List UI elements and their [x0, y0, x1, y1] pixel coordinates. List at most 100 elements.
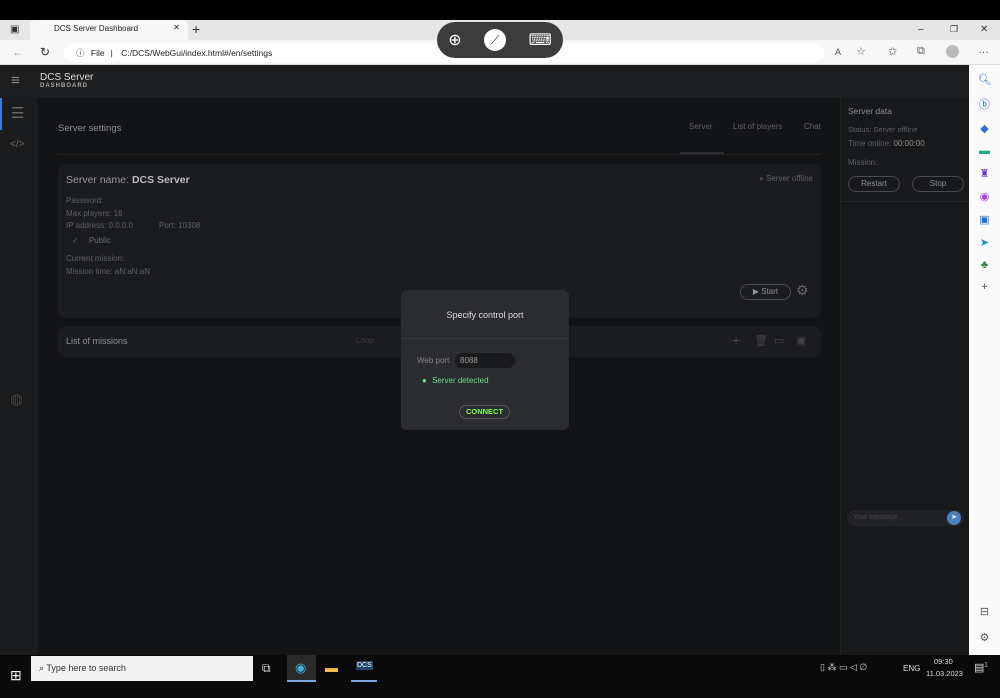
stop-button[interactable]: Stop	[912, 176, 964, 192]
menu-icon[interactable]: ≡	[11, 72, 20, 89]
restore-button[interactable]: ❐	[950, 24, 958, 35]
outlook-icon[interactable]: ▣	[979, 213, 989, 226]
tab-actions-icon[interactable]: ▣	[10, 24, 19, 35]
port: Port: 10308	[159, 221, 201, 230]
settings-gears-icon[interactable]: ⚙	[796, 282, 809, 299]
server-name-value: DCS Server	[131, 174, 190, 186]
time-online-value: 00:00:00	[893, 139, 925, 148]
app-title: DCS Server	[40, 72, 94, 83]
missions-title: List of missions	[66, 336, 128, 346]
collections-icon[interactable]: ⧉	[917, 45, 925, 58]
dialog-divider	[401, 338, 569, 339]
file-label: File	[90, 48, 105, 58]
server-data-panel: Server data Status: Server offline Time …	[840, 98, 970, 655]
app-header: ≡ DCS Server DASHBOARD	[0, 65, 969, 98]
web-port-label: Web port	[417, 356, 450, 365]
refresh-icon[interactable]: ↻	[40, 45, 50, 59]
file-explorer-icon[interactable]: ▬	[325, 660, 338, 675]
side-nav: ☰ </> ◍	[0, 98, 38, 655]
notifications-icon[interactable]: ▤1	[974, 661, 988, 674]
search-placeholder: Type here to search	[46, 663, 126, 673]
tab-server[interactable]: Server	[689, 122, 713, 131]
app-subtitle: DASHBOARD	[40, 83, 88, 89]
web-port-input[interactable]: 8088	[455, 353, 515, 368]
info-icon: ⓘ	[76, 48, 85, 58]
server-detected: ● Server detected	[422, 376, 489, 385]
server-detected-text: Server detected	[432, 376, 489, 385]
browser-tab[interactable]: DCS Server Dashboard ✕	[30, 20, 188, 40]
sidebar-toggle-icon[interactable]: ⊟	[980, 605, 989, 618]
panel-status: Status: Server offline	[848, 125, 918, 134]
office-icon[interactable]: ◉	[980, 190, 990, 203]
favorite-icon[interactable]: ☆	[856, 45, 866, 58]
mission-time: Mission time: aN:aN:aN	[66, 266, 151, 276]
database-icon[interactable]: ☰	[11, 104, 24, 122]
notification-count: 1	[984, 662, 988, 669]
control-port-dialog: Specify control port Web port 8088 ● Ser…	[401, 290, 569, 430]
start-icon[interactable]: ⊞	[10, 667, 22, 684]
add-icon[interactable]: +	[981, 281, 987, 293]
shopping-icon[interactable]: ◆	[980, 122, 988, 135]
bing-icon[interactable]: ⓑ	[979, 96, 990, 112]
active-tab-underline	[680, 152, 724, 154]
send-icon[interactable]: ➤	[947, 511, 961, 525]
delete-icon[interactable]: 🗑	[754, 334, 768, 347]
tree-icon[interactable]: ♣	[981, 259, 988, 271]
favorites-icon[interactable]: ✩	[888, 45, 897, 58]
tab-chat[interactable]: Chat	[804, 122, 821, 131]
clock-date[interactable]: 11.03.2023	[926, 669, 963, 678]
games-icon[interactable]: ♜	[980, 167, 990, 180]
start-button[interactable]: ▶ Start	[740, 284, 791, 300]
public-checkbox[interactable]: ✓	[72, 236, 79, 245]
more-icon[interactable]: …	[978, 44, 989, 56]
loop-label: Loop	[356, 336, 374, 345]
current-mission: Current mission:	[66, 254, 125, 263]
server-name-label: Server name:	[66, 174, 130, 186]
server-details: Password: Max players: 16 IP address: 0.…	[66, 195, 200, 278]
restart-button[interactable]: Restart	[848, 176, 900, 192]
language-indicator[interactable]: ENG	[903, 664, 920, 673]
add-mission-icon[interactable]: +	[732, 332, 740, 348]
windows-taskbar: ⊞ ⌕ Type here to search ⧉ ◉ ▬ DCS ▯ ⁂ ▭ …	[0, 655, 1000, 698]
server-status: ● Server offline	[758, 174, 813, 183]
send-icon-edge[interactable]: ➤	[980, 236, 989, 249]
new-tab-button[interactable]: +	[192, 21, 200, 37]
tabs-divider	[58, 154, 821, 155]
start-label: Start	[761, 287, 779, 296]
back-icon[interactable]: ←	[12, 45, 24, 59]
password-field: Password:	[66, 196, 104, 205]
close-tab-icon[interactable]: ✕	[173, 23, 180, 32]
code-icon[interactable]: </>	[10, 139, 24, 150]
edge-sidebar: 🔍︎ ⓑ ◆ ▬ ♜ ◉ ▣ ➤ ♣ + ⊟ ⚙	[969, 65, 1000, 655]
edge-taskbar-icon[interactable]: ◉	[287, 655, 316, 682]
settings-icon[interactable]: ⚙	[980, 631, 990, 644]
ip-address: IP address: 0.0.0.0	[66, 221, 134, 230]
tab-title: DCS Server Dashboard	[54, 24, 139, 33]
remote-connection-icon[interactable]: ⟋	[484, 29, 507, 51]
keyboard-icon[interactable]: ⌨	[529, 30, 552, 50]
profile-avatar[interactable]	[946, 45, 959, 58]
url-text: C:/DCS/WebGui/index.html#/en/settings	[121, 48, 273, 58]
clock-time[interactable]: 09:30	[934, 657, 953, 666]
read-aloud-icon[interactable]: A	[835, 47, 841, 57]
connect-button[interactable]: CONNECT	[459, 405, 510, 419]
server-name: Server name: DCS Server	[66, 174, 190, 186]
open-folder-icon[interactable]: ▭	[774, 334, 784, 347]
minimize-button[interactable]: –	[918, 24, 924, 35]
tools-icon[interactable]: ▬	[979, 145, 990, 157]
save-icon[interactable]: ▣	[796, 334, 806, 347]
search-icon[interactable]: 🔍︎	[978, 73, 992, 86]
active-indicator	[0, 98, 2, 130]
zoom-in-icon[interactable]: ⊕	[448, 30, 461, 50]
taskbar-search[interactable]: ⌕ Type here to search	[31, 656, 253, 681]
tab-list-of-players[interactable]: List of players	[733, 122, 782, 131]
tray-icons[interactable]: ▯ ⁂ ▭ ◁ ∅	[820, 662, 867, 673]
dialog-title: Specify control port	[446, 310, 524, 320]
dcs-taskbar-icon[interactable]: DCS	[351, 655, 377, 682]
globe-icon[interactable]: ◍	[10, 390, 23, 408]
max-players: Max players: 16	[66, 208, 123, 218]
panel-mission: Mission:	[848, 158, 878, 167]
close-window-button[interactable]: ✕	[980, 24, 988, 35]
task-view-icon[interactable]: ⧉	[262, 661, 271, 676]
time-online: Time online: 00:00:00	[848, 139, 925, 148]
